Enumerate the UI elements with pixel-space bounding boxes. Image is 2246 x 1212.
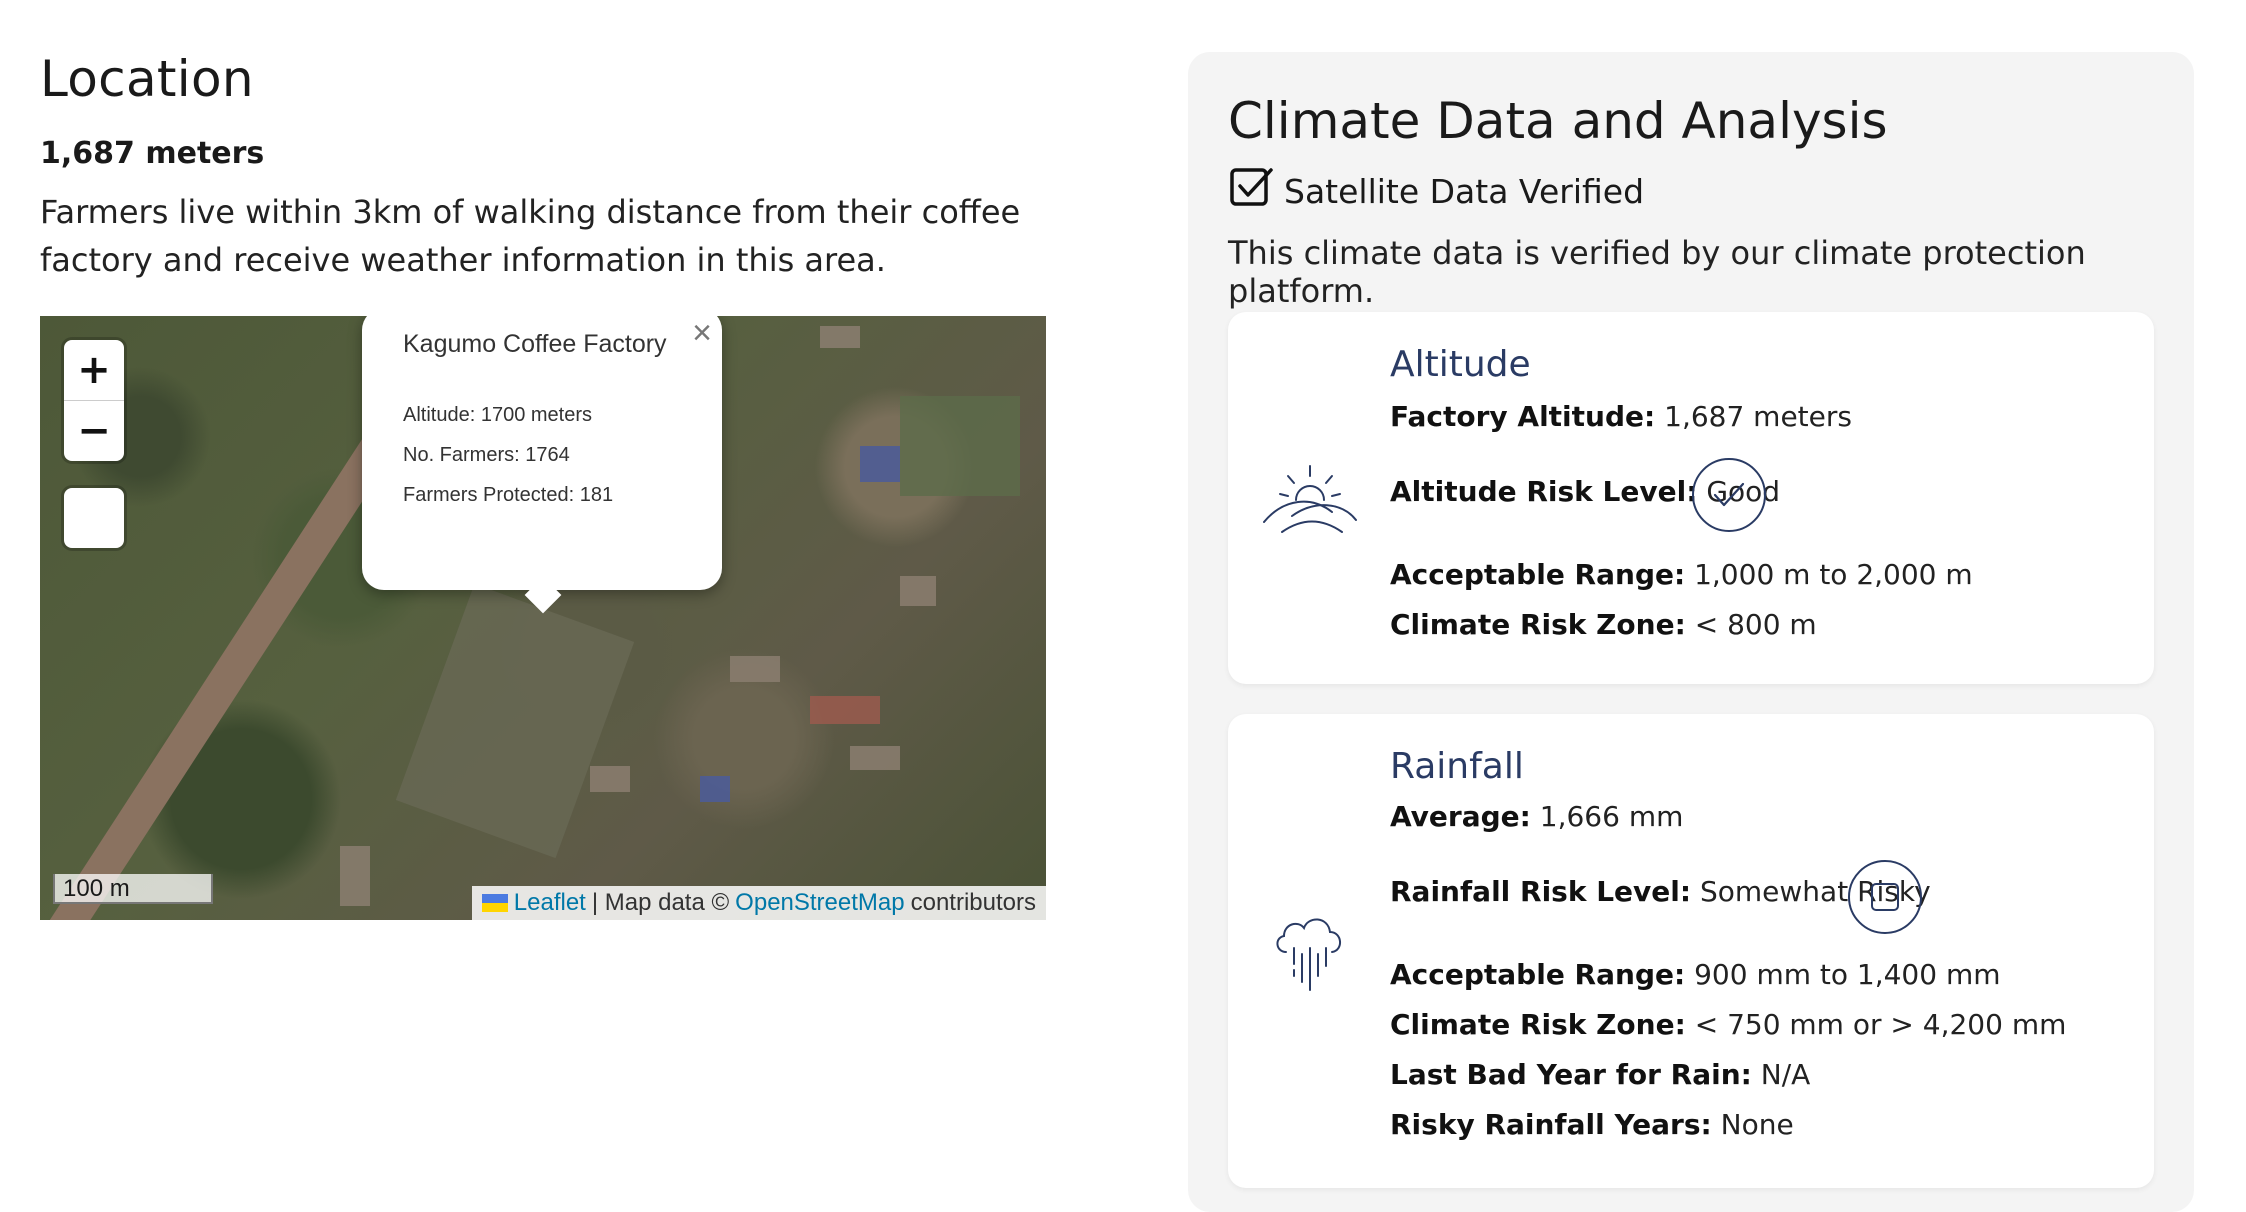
altitude-risk-label: Altitude Risk Level: — [1390, 475, 1698, 508]
climate-description: This climate data is verified by our cli… — [1228, 234, 2086, 310]
altitude-range-label: Acceptable Range: — [1390, 558, 1686, 591]
location-description: Farmers live within 3km of walking dista… — [40, 193, 1021, 279]
rain-cloud-icon — [1272, 910, 1348, 996]
layer-toggle-button[interactable] — [64, 488, 124, 548]
zoom-out-button[interactable]: − — [64, 401, 124, 461]
map-building — [810, 696, 880, 724]
leaflet-link[interactable]: Leaflet — [514, 886, 586, 920]
rainfall-zone-label: Climate Risk Zone: — [1390, 1008, 1686, 1041]
map-field — [395, 583, 635, 859]
rainfall-range-value: 900 mm to 1,400 mm — [1694, 958, 2001, 991]
altitude-card-title: Altitude — [1390, 344, 1531, 385]
rainfall-card: Rainfall Average: 1,666 mm Rainfall Risk… — [1228, 714, 2154, 1188]
map-building — [820, 326, 860, 348]
map-building — [590, 766, 630, 792]
location-altitude: 1,687 meters — [40, 136, 265, 171]
last-bad-year-label: Last Bad Year for Rain: — [1390, 1058, 1752, 1091]
map-building — [860, 446, 900, 482]
rainfall-average-label: Average: — [1390, 800, 1531, 833]
rainfall-range-row: Acceptable Range: 900 mm to 1,400 mm — [1390, 958, 2001, 991]
attribution-separator: | Map data © — [591, 889, 730, 916]
rainfall-range-label: Acceptable Range: — [1390, 958, 1686, 991]
risky-years-value: None — [1720, 1108, 1794, 1141]
popup-farmers: No. Farmers: 1764 — [403, 444, 570, 466]
verified-label: Satellite Data Verified — [1284, 171, 1645, 211]
map-building — [700, 776, 730, 802]
sun-horizon-icon — [1262, 460, 1358, 540]
altitude-card: Altitude Factory Altitude: 1,687 meters … — [1228, 312, 2154, 684]
rainfall-risk-label: Rainfall Risk Level: — [1390, 875, 1692, 908]
factory-altitude-label: Factory Altitude: — [1390, 400, 1656, 433]
map-building — [900, 576, 936, 606]
check-circle-icon — [1692, 458, 1766, 532]
zoom-in-button[interactable]: + — [64, 340, 124, 401]
map-building — [850, 746, 900, 770]
factory-altitude-row: Factory Altitude: 1,687 meters — [1390, 400, 1852, 433]
map-scale: 100 m — [53, 874, 213, 904]
altitude-zone-label: Climate Risk Zone: — [1390, 608, 1686, 641]
rainfall-zone-value: < 750 mm or > 4,200 mm — [1694, 1008, 2067, 1041]
checkbox-check-icon — [1228, 164, 1274, 218]
risky-years-label: Risky Rainfall Years: — [1390, 1108, 1712, 1141]
map-field — [900, 396, 1020, 496]
altitude-zone-value: < 800 m — [1694, 608, 1817, 641]
rainfall-average-value: 1,666 mm — [1539, 800, 1684, 833]
map-building — [730, 656, 780, 682]
map-attribution: Leaflet | Map data © OpenStreetMap contr… — [471, 886, 1046, 920]
map-popup: × Kagumo Coffee Factory Altitude: 1700 m… — [362, 316, 722, 590]
popup-protected: Farmers Protected: 181 — [403, 484, 614, 506]
rainfall-card-title: Rainfall — [1390, 746, 1524, 787]
square-circle-icon — [1848, 860, 1922, 934]
last-bad-year-row: Last Bad Year for Rain: N/A — [1390, 1058, 1810, 1091]
attribution-contributors: contributors — [910, 889, 1036, 916]
map[interactable]: + − × Kagumo Coffee Factory Altitude: 17… — [40, 316, 1046, 920]
climate-title: Climate Data and Analysis — [1228, 92, 1888, 150]
altitude-zone-row: Climate Risk Zone: < 800 m — [1390, 608, 1817, 641]
popup-title: Kagumo Coffee Factory — [403, 330, 667, 358]
altitude-range-value: 1,000 m to 2,000 m — [1694, 558, 1973, 591]
verified-badge: Satellite Data Verified — [1228, 164, 1644, 218]
map-building — [340, 846, 370, 906]
location-title: Location — [40, 50, 254, 108]
ukraine-flag-icon — [481, 894, 508, 912]
factory-altitude-value: 1,687 meters — [1664, 400, 1852, 433]
zoom-control: + − — [64, 340, 124, 461]
popup-close-icon[interactable]: × — [692, 316, 712, 350]
rainfall-zone-row: Climate Risk Zone: < 750 mm or > 4,200 m… — [1390, 1008, 2066, 1041]
openstreetmap-link[interactable]: OpenStreetMap — [735, 886, 904, 920]
popup-altitude: Altitude: 1700 meters — [403, 404, 592, 426]
climate-panel: Climate Data and Analysis Satellite Data… — [1188, 52, 2194, 1212]
risky-years-row: Risky Rainfall Years: None — [1390, 1108, 1794, 1141]
last-bad-year-value: N/A — [1760, 1058, 1811, 1091]
altitude-range-row: Acceptable Range: 1,000 m to 2,000 m — [1390, 558, 1973, 591]
rainfall-average-row: Average: 1,666 mm — [1390, 800, 1683, 833]
